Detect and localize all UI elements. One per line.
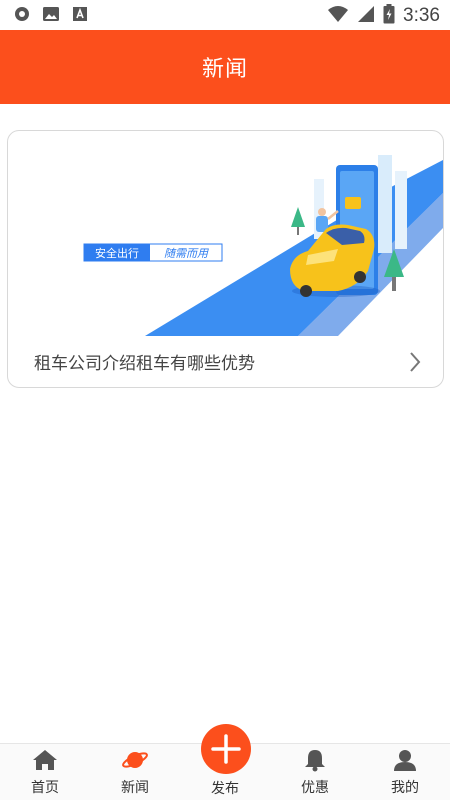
news-card[interactable]: 安全出行 随需而用 租车公司介绍租车有哪些优势 (7, 130, 444, 388)
screen: 3:36 新闻 安全出行 随需而用 租车公司介绍租车有哪些优势 首页 新闻 优惠… (0, 0, 450, 800)
banner-tag-left: 安全出行 (95, 246, 139, 260)
font-icon (72, 6, 88, 26)
publish-button[interactable] (201, 724, 251, 774)
publish-label: 发布 (211, 781, 239, 797)
nav-label: 新闻 (121, 780, 149, 796)
user-icon (392, 750, 418, 776)
nav-item-home[interactable]: 首页 (10, 748, 80, 797)
record-icon (14, 6, 30, 26)
bell-icon (302, 750, 328, 776)
page-title: 新闻 (201, 57, 248, 82)
nav-label: 我的 (391, 780, 419, 796)
nav-label: 首页 (31, 780, 59, 796)
news-banner-image: 安全出行 随需而用 (83, 155, 443, 336)
chevron-right-icon (409, 351, 421, 377)
nav-label: 优惠 (301, 780, 329, 796)
banner-tag-right: 随需而用 (164, 247, 209, 260)
planet-icon (122, 752, 148, 776)
battery-charging-icon (383, 4, 395, 28)
nav-item-profile[interactable]: 我的 (370, 748, 440, 797)
home-icon (32, 750, 58, 776)
plus-icon (201, 734, 251, 778)
image-icon (42, 6, 60, 26)
wifi-icon (327, 5, 349, 27)
nav-item-news[interactable]: 新闻 (100, 748, 170, 797)
nav-item-coupons[interactable]: 优惠 (280, 748, 350, 797)
status-bar: 3:36 (0, 0, 450, 30)
status-time: 3:36 (403, 5, 440, 26)
news-title: 租车公司介绍租车有哪些优势 (34, 354, 255, 374)
app-header: 新闻 (0, 30, 450, 104)
signal-icon (357, 5, 375, 27)
